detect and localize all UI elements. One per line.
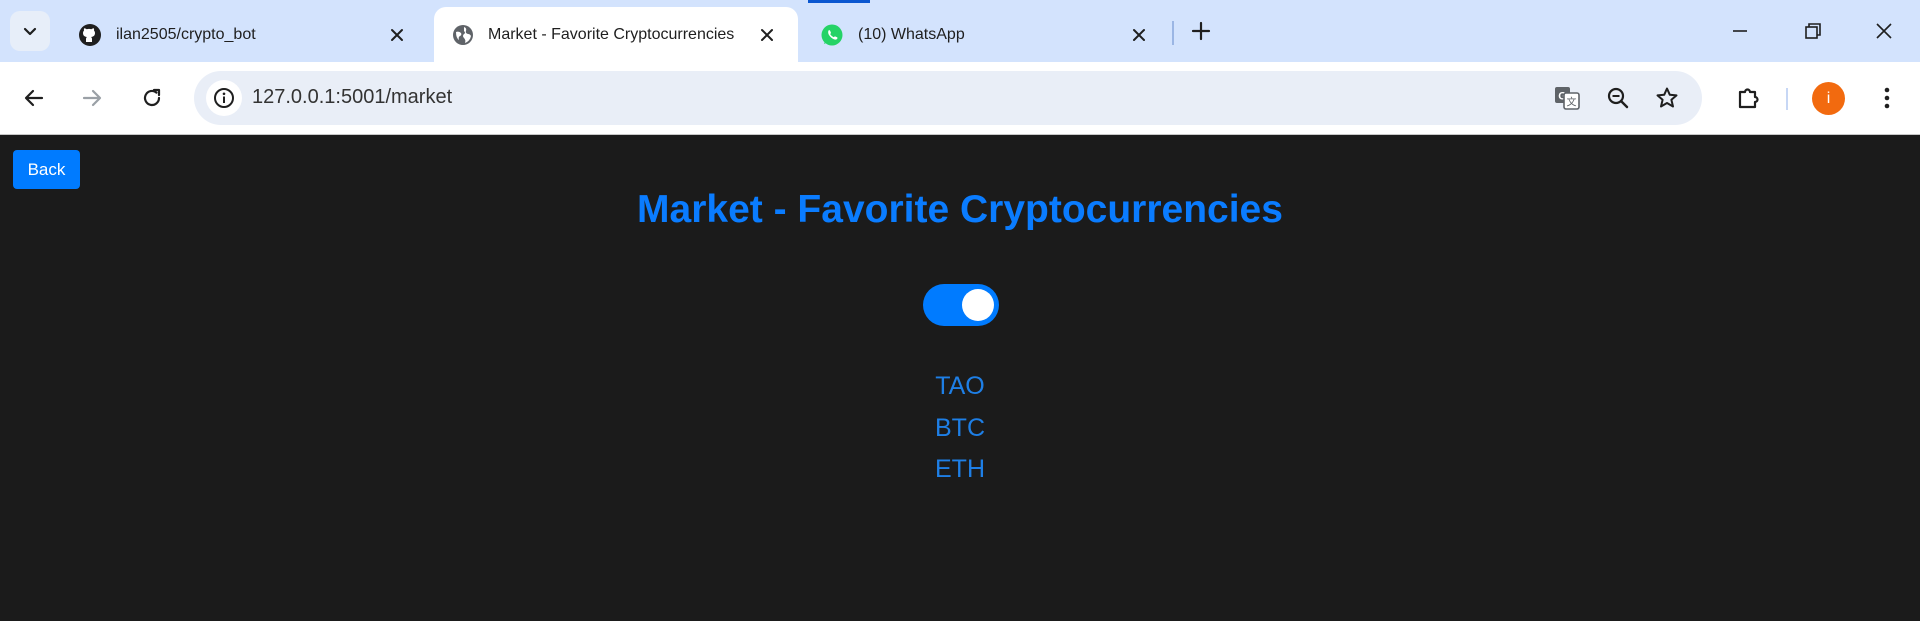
- zoom-out-icon: [1607, 87, 1629, 109]
- browser-menu-button[interactable]: [1870, 79, 1904, 117]
- github-icon: [79, 23, 101, 46]
- page-title: Market - Favorite Cryptocurrencies: [637, 188, 1283, 231]
- favorites-list: TAO BTC ETH: [0, 366, 1920, 491]
- svg-text:文: 文: [1567, 96, 1577, 109]
- puzzle-icon: [1738, 88, 1759, 109]
- star-icon: [1656, 87, 1678, 108]
- more-vert-icon: [1884, 87, 1890, 109]
- bookmark-button[interactable]: [1652, 83, 1682, 113]
- close-tab-button[interactable]: [754, 22, 780, 48]
- arrow-left-icon: [24, 89, 44, 107]
- close-icon: [1133, 28, 1145, 41]
- close-icon: [1876, 23, 1892, 39]
- tab-github[interactable]: ilan2505/crypto_bot: [60, 7, 428, 62]
- tab-title: (10) WhatsApp: [858, 25, 965, 43]
- tab-market[interactable]: Market - Favorite Cryptocurrencies: [434, 7, 798, 62]
- tab-strip: ilan2505/crypto_bot Market - Favorite Cr…: [0, 0, 1920, 62]
- list-item[interactable]: TAO: [0, 366, 1920, 408]
- close-icon: [391, 28, 403, 41]
- reload-icon: [143, 88, 161, 107]
- zoom-button[interactable]: [1603, 83, 1633, 113]
- tab-title: ilan2505/crypto_bot: [116, 25, 256, 43]
- toolbar-divider: [1786, 88, 1788, 110]
- translate-button[interactable]: G文: [1552, 83, 1582, 113]
- translate-icon: G文: [1555, 87, 1580, 110]
- globe-icon: [453, 24, 473, 45]
- chevron-down-icon: [23, 27, 37, 36]
- back-button[interactable]: Back: [13, 150, 80, 189]
- tab-whatsapp[interactable]: (10) WhatsApp: [802, 7, 1170, 62]
- tab-divider: [1172, 21, 1174, 45]
- whatsapp-icon: [821, 24, 843, 45]
- list-item[interactable]: BTC: [0, 408, 1920, 450]
- back-nav-button[interactable]: [14, 78, 54, 118]
- address-bar[interactable]: 127.0.0.1:5001/market G文: [194, 71, 1702, 125]
- toggle-knob: [962, 289, 994, 321]
- restore-button[interactable]: [1793, 12, 1833, 50]
- extensions-button[interactable]: [1730, 79, 1768, 117]
- reload-button[interactable]: [132, 78, 172, 118]
- list-item[interactable]: ETH: [0, 449, 1920, 491]
- close-icon: [761, 28, 773, 41]
- url-text[interactable]: 127.0.0.1:5001/market: [252, 86, 452, 109]
- page-content: Back Market - Favorite Cryptocurrencies …: [0, 136, 1920, 621]
- browser-toolbar: 127.0.0.1:5001/market G文 i: [0, 62, 1920, 135]
- site-info-button[interactable]: [206, 80, 242, 116]
- favorites-toggle[interactable]: [923, 284, 999, 326]
- tab-loading-indicator: [808, 0, 870, 3]
- profile-avatar[interactable]: i: [1812, 82, 1845, 115]
- minimize-icon: [1733, 30, 1747, 32]
- forward-nav-button[interactable]: [72, 78, 112, 118]
- close-window-button[interactable]: [1864, 12, 1904, 50]
- info-icon: [214, 88, 234, 108]
- plus-icon: [1191, 21, 1211, 41]
- minimize-button[interactable]: [1720, 12, 1760, 50]
- arrow-right-icon: [82, 89, 102, 107]
- restore-icon: [1805, 23, 1821, 39]
- close-tab-button[interactable]: [1126, 22, 1152, 48]
- tab-title: Market - Favorite Cryptocurrencies: [488, 25, 735, 43]
- new-tab-button[interactable]: [1186, 16, 1216, 46]
- close-tab-button[interactable]: [384, 22, 410, 48]
- tab-search-button[interactable]: [10, 11, 50, 51]
